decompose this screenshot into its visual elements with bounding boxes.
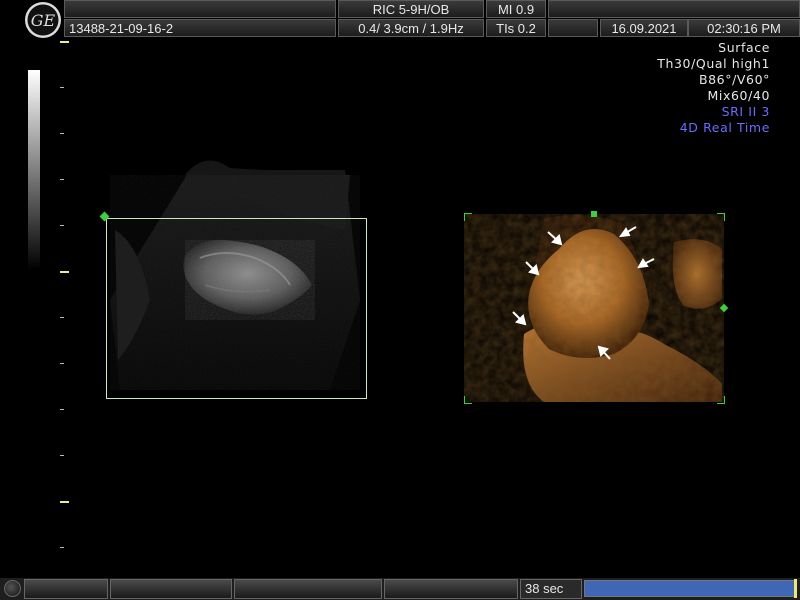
render-roi-corner — [464, 396, 472, 404]
softkey-slot[interactable] — [24, 579, 108, 599]
volume-render-image — [464, 214, 724, 402]
cine-progress-bar[interactable] — [584, 580, 796, 597]
render-roi-corner — [717, 396, 725, 404]
roi-box[interactable] — [106, 218, 367, 399]
softkey-slot[interactable] — [110, 579, 232, 599]
cine-progress-marker[interactable] — [794, 579, 797, 598]
softkey-slot[interactable] — [384, 579, 518, 599]
trackball-icon[interactable] — [4, 580, 21, 597]
render-roi-corner — [464, 213, 472, 221]
cine-progress-fill — [585, 581, 795, 596]
acquisition-timer: 38 sec — [520, 579, 582, 599]
softkey-slot[interactable] — [234, 579, 382, 599]
render-roi-corner — [717, 213, 725, 221]
render-top-handle[interactable] — [591, 211, 597, 217]
